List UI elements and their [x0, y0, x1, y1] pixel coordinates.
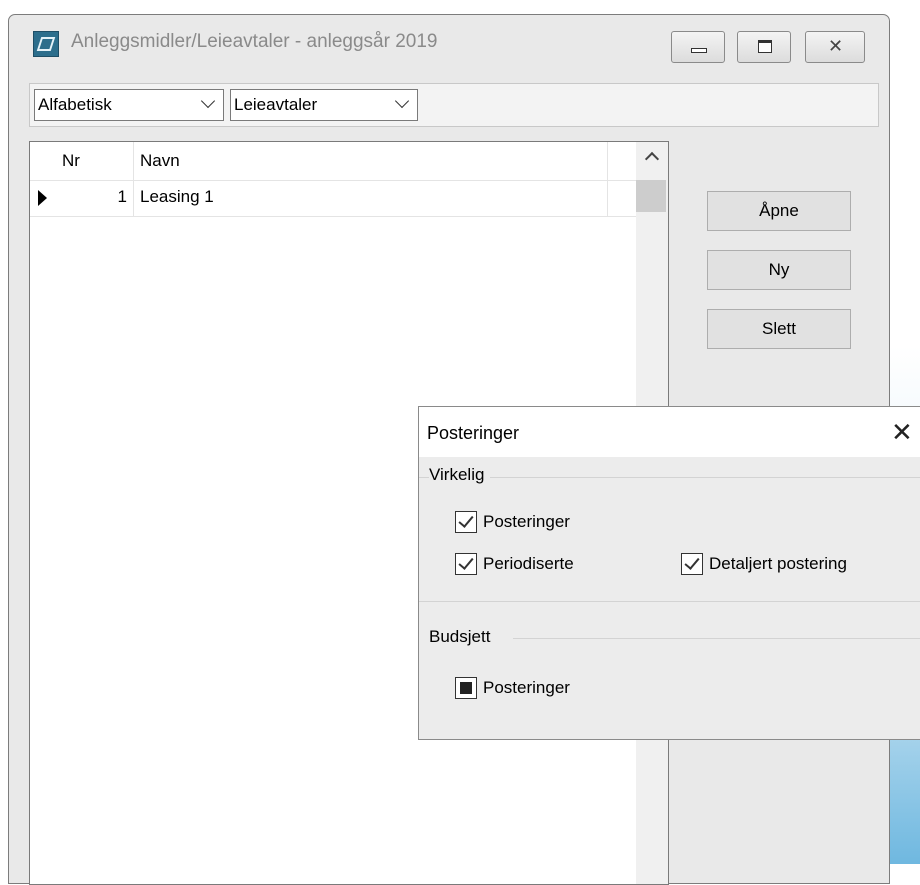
- cell-navn-value: Leasing 1: [140, 187, 214, 206]
- column-header-navn-label: Navn: [140, 151, 180, 170]
- open-button[interactable]: Åpne: [707, 191, 851, 231]
- maximize-icon: [758, 40, 772, 53]
- checkbox-virkelig-posteringer[interactable]: Posteringer: [455, 511, 570, 533]
- checkbox-checked-icon: [455, 511, 477, 533]
- grid-header: Nr Navn: [30, 142, 636, 181]
- new-button[interactable]: Ny: [707, 250, 851, 290]
- table-row[interactable]: 1 Leasing 1: [30, 180, 636, 217]
- posting-dialog: Posteringer ✕ Virkelig Posteringer Perio…: [418, 406, 920, 740]
- toolbar: Alfabetisk Leieavtaler: [29, 83, 879, 127]
- close-button[interactable]: ✕: [805, 31, 865, 63]
- column-header-nr[interactable]: Nr: [56, 142, 134, 180]
- group-divider: [419, 601, 920, 602]
- sort-select-value: Alfabetisk: [38, 95, 112, 114]
- cell-navn[interactable]: Leasing 1: [134, 180, 608, 216]
- row-indicator: [30, 180, 56, 216]
- posting-dialog-header: Posteringer ✕: [419, 407, 920, 457]
- close-icon[interactable]: ✕: [891, 417, 913, 448]
- scroll-up-icon[interactable]: [644, 151, 660, 167]
- scroll-thumb[interactable]: [636, 180, 666, 212]
- close-icon: ✕: [828, 36, 844, 56]
- chevron-down-icon: [394, 93, 410, 109]
- sort-select[interactable]: Alfabetisk: [34, 89, 224, 121]
- checkbox-label: Posteringer: [483, 512, 570, 531]
- minimize-button[interactable]: [671, 31, 725, 63]
- checkbox-label: Periodiserte: [483, 554, 574, 573]
- group-label-virkelig: Virkelig: [429, 465, 491, 485]
- column-header-nr-label: Nr: [62, 151, 80, 170]
- current-row-arrow-icon: [38, 190, 47, 206]
- group-label-budsjett: Budsjett: [429, 627, 497, 647]
- group-divider: [513, 638, 920, 639]
- cell-nr[interactable]: 1: [56, 180, 134, 216]
- checkbox-budsjett-posteringer[interactable]: Posteringer: [455, 677, 570, 699]
- checkbox-label: Posteringer: [483, 678, 570, 697]
- type-select-value: Leieavtaler: [234, 95, 318, 114]
- title-bar[interactable]: Anleggsmidler/Leieavtaler - anleggsår 20…: [9, 15, 889, 75]
- checkbox-checked-icon: [681, 553, 703, 575]
- posting-dialog-title: Posteringer: [427, 423, 520, 443]
- checkbox-indeterminate-icon: [455, 677, 477, 699]
- chevron-down-icon: [200, 93, 216, 109]
- window-title: Anleggsmidler/Leieavtaler - anleggsår 20…: [71, 31, 438, 52]
- delete-button[interactable]: Slett: [707, 309, 851, 349]
- checkbox-checked-icon: [455, 553, 477, 575]
- checkbox-detaljert-postering[interactable]: Detaljert postering: [681, 553, 847, 575]
- column-header-navn[interactable]: Navn: [134, 142, 608, 180]
- minimize-icon: [691, 48, 707, 53]
- maximize-button[interactable]: [737, 31, 791, 63]
- checkbox-label: Detaljert postering: [709, 554, 847, 573]
- app-icon: [33, 31, 59, 57]
- checkbox-periodiserte[interactable]: Periodiserte: [455, 553, 574, 575]
- cell-nr-value: 1: [117, 187, 127, 206]
- group-divider: [419, 477, 920, 478]
- type-select[interactable]: Leieavtaler: [230, 89, 418, 121]
